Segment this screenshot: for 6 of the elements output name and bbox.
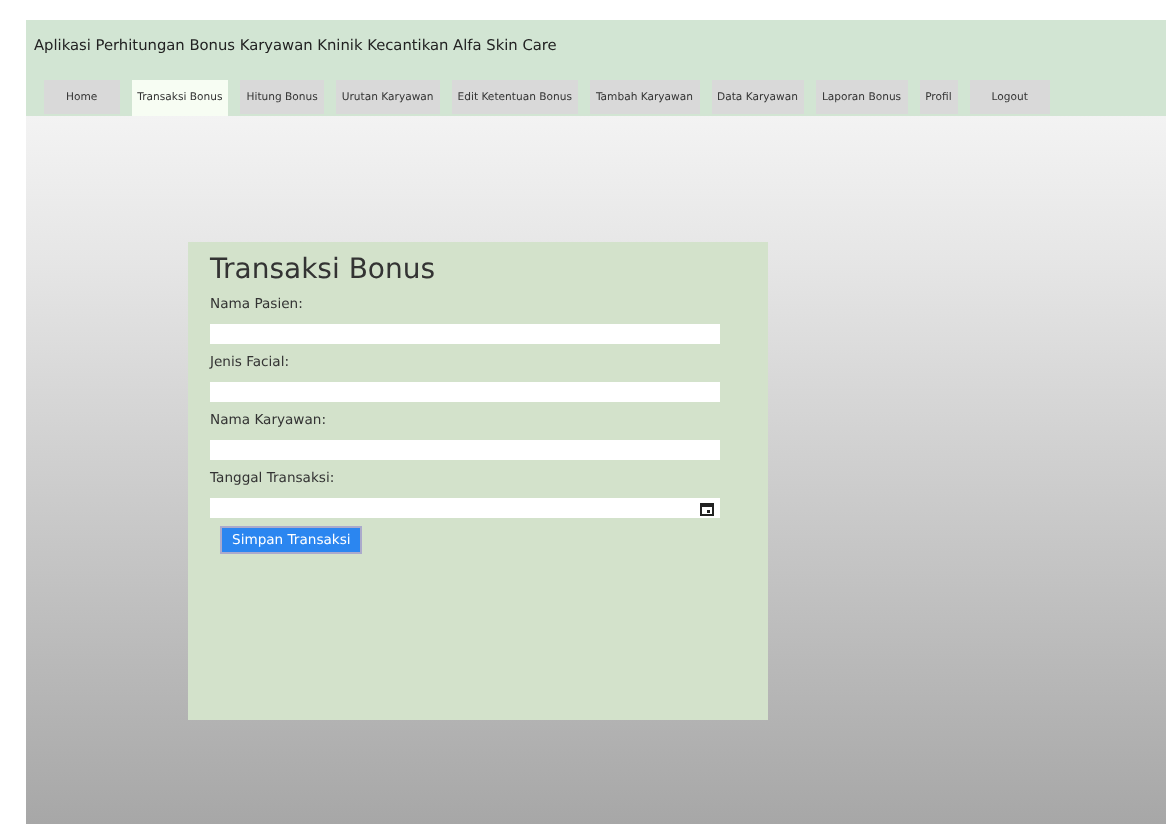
input-field[interactable]	[210, 324, 720, 344]
input-field[interactable]	[210, 382, 720, 402]
form-title: Transaksi Bonus	[210, 254, 438, 286]
input-field[interactable]	[210, 440, 720, 460]
calendar-icon[interactable]	[700, 501, 714, 515]
date-field[interactable]	[210, 498, 720, 518]
